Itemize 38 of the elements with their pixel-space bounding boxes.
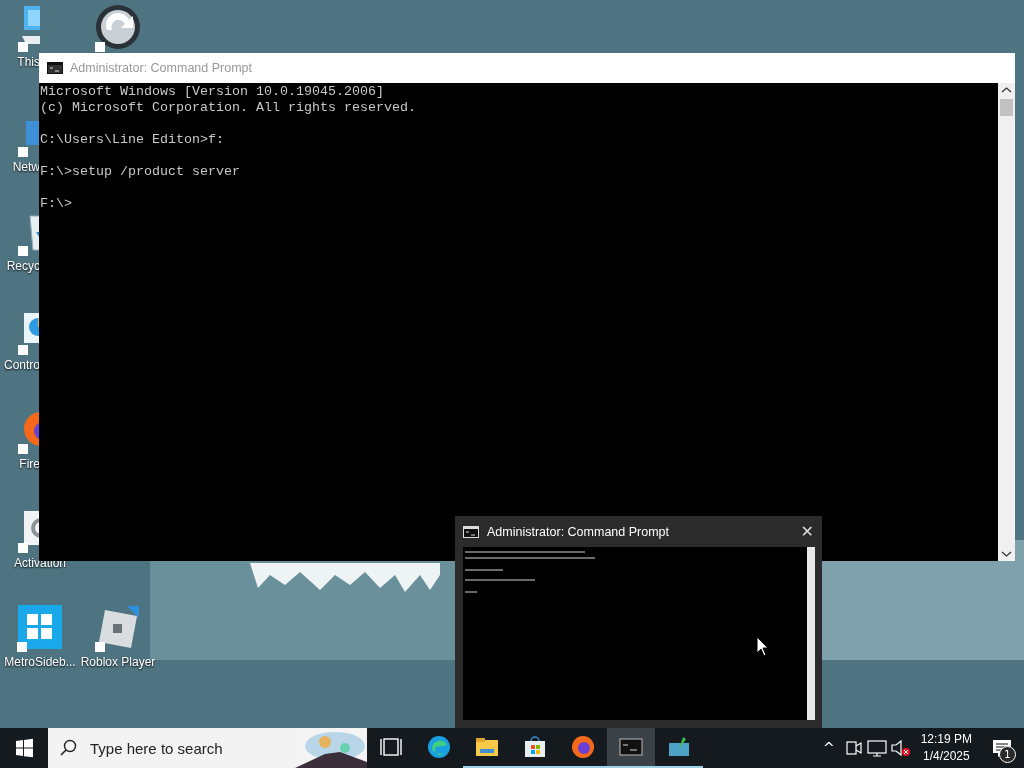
task-view-icon — [379, 735, 403, 759]
icon-label[interactable]: Roblox Player — [80, 655, 156, 669]
browser-swirl-icon — [427, 735, 451, 759]
search-field[interactable]: Type here to search — [88, 738, 295, 758]
console-icon — [619, 735, 643, 759]
clock-button[interactable]: 12:19 PM 1/4/2025 — [912, 728, 980, 768]
console-icon — [463, 525, 479, 538]
console-line: F:\> — [40, 196, 72, 212]
console-line: C:\Users\Line Editon>f: — [40, 132, 224, 148]
console-line: (c) Microsoft Corporation. All rights reserved. — [40, 100, 416, 116]
thumbnail-preview[interactable]: Administrator: Command Prompt ✕ — [455, 516, 822, 728]
preview-title: Administrator: Command Prompt — [487, 524, 670, 539]
search-bar[interactable]: Type here to search — [48, 728, 367, 768]
shopping-bag-icon — [523, 735, 547, 759]
scrollbar[interactable] — [998, 83, 1015, 561]
mouse-cursor-icon — [756, 636, 770, 657]
icon-label[interactable]: This — [17, 55, 40, 69]
window-title: Administrator: Command Prompt — [70, 61, 252, 75]
icon-label[interactable]: Netw — [12, 160, 40, 174]
icon-label[interactable]: MetroSideb... — [4, 655, 76, 669]
notification-button[interactable]: 1 — [980, 728, 1024, 768]
console-line: Microsoft Windows [Version 10.0.19045.2006] — [40, 84, 384, 100]
scroll-thumb[interactable] — [1000, 99, 1013, 116]
fox-icon — [571, 735, 595, 759]
icon-label[interactable]: Activation — [14, 556, 66, 570]
search-icon — [58, 738, 78, 758]
icon-label[interactable]: Recyc — [6, 259, 40, 273]
console-line: F:\>setup /product server — [40, 164, 240, 180]
windows-tiles-icon[interactable] — [15, 602, 65, 652]
close-button[interactable]: ✕ — [800, 522, 814, 541]
show-hidden-icons-button[interactable]: ^ — [816, 740, 841, 756]
icon-label[interactable]: Contro — [3, 358, 40, 372]
notification-count: 1 — [999, 746, 1016, 763]
monitor-icon — [667, 735, 691, 759]
console-icon — [47, 62, 63, 74]
folder-icon — [475, 735, 499, 759]
icon-label[interactable]: Fire — [19, 457, 40, 471]
taskbar-button[interactable] — [607, 728, 655, 768]
